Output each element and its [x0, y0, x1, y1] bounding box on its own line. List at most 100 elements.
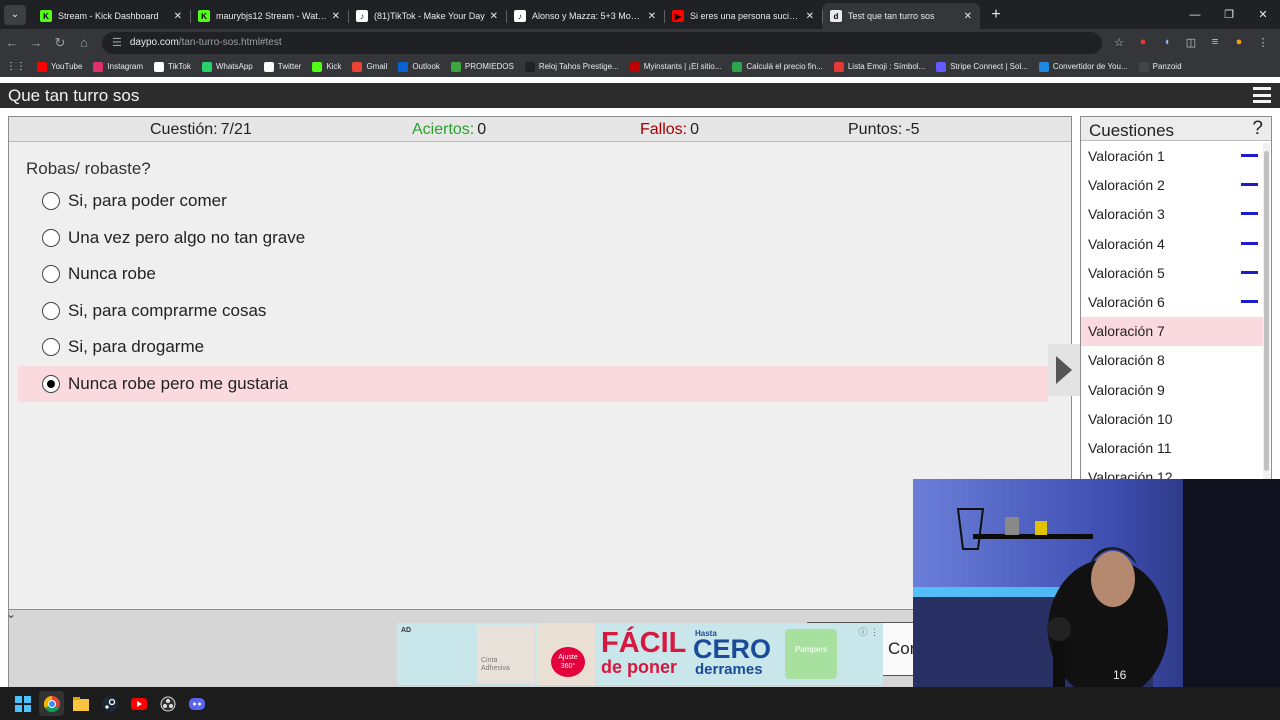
ad-badge: Ajuste 360° — [551, 647, 585, 677]
tab-close-icon[interactable]: ✕ — [174, 11, 182, 22]
sidebar-question-item[interactable]: Valoración 10 — [1081, 405, 1263, 434]
answer-option[interactable]: Una vez pero algo no tan grave — [18, 220, 1048, 256]
bookmark-item[interactable]: Stripe Connect | Sol... — [936, 61, 1028, 72]
bookmark-item[interactable]: Kick — [312, 61, 341, 72]
sidebar-question-item[interactable]: Valoración 5 — [1081, 259, 1263, 288]
tab-title: Si eres una persona sucia, este — [690, 11, 802, 21]
sidebar-question-item[interactable]: Valoración 1 — [1081, 142, 1263, 171]
apps-grid-icon[interactable]: ⋮⋮ — [6, 61, 26, 72]
answer-option[interactable]: Si, para comprarme cosas — [18, 293, 1048, 329]
chevron-down-icon[interactable]: ⌄ — [6, 607, 16, 621]
back-button[interactable]: ← — [0, 31, 24, 55]
windows-start-icon[interactable] — [10, 691, 35, 716]
bookmark-label: Lista Emoji : Símbol... — [847, 62, 926, 71]
bookmark-item[interactable]: Gmail — [352, 61, 388, 72]
bookmark-item[interactable]: YouTube — [37, 61, 82, 72]
bookmark-item[interactable]: WhatsApp — [201, 61, 253, 72]
sidebar-question-item[interactable]: Valoración 11 — [1081, 434, 1263, 463]
radio-button[interactable] — [42, 338, 60, 356]
sidebar-question-item[interactable]: Valoración 4 — [1081, 230, 1263, 259]
site-title: Que tan turro sos — [8, 85, 140, 105]
tab-close-icon[interactable]: ✕ — [490, 11, 498, 22]
file-explorer-icon[interactable] — [68, 691, 93, 716]
answer-option[interactable]: Nunca robe — [18, 256, 1048, 292]
bookmark-item[interactable]: Convertidor de You... — [1038, 61, 1128, 72]
sidebar-question-item[interactable]: Valoración 3 — [1081, 200, 1263, 229]
sidebar-scroll-thumb[interactable] — [1264, 151, 1269, 471]
minimize-button[interactable]: — — [1178, 0, 1212, 29]
extensions-puzzle-icon[interactable]: ◫ — [1182, 31, 1200, 53]
new-tab-button[interactable]: + — [984, 3, 1008, 27]
advertisement-banner[interactable]: AD ⓘ ⋮ Cinta Adhesiva Ajuste 360° FÁCIL de… — [397, 623, 883, 685]
radio-button[interactable] — [42, 301, 60, 320]
extension-icon[interactable]: ● — [1134, 31, 1152, 53]
radio-button[interactable] — [42, 228, 60, 247]
sidebar-question-item[interactable]: Valoración 2 — [1081, 171, 1263, 200]
bookmark-item[interactable]: Calculá el precio fin... — [732, 61, 823, 72]
bookmark-item[interactable]: Outlook — [398, 61, 440, 72]
tab-title: Alonso y Mazza: 5+3 Momentos — [532, 11, 644, 21]
radio-button[interactable] — [42, 192, 60, 210]
steam-icon[interactable] — [97, 691, 122, 716]
home-button[interactable]: ⌂ — [72, 31, 96, 55]
ad-info-icon[interactable]: ⓘ ⋮ — [858, 625, 879, 638]
browser-tab[interactable]: ♪ Alonso y Mazza: 5+3 Momentos ✕ — [506, 3, 664, 29]
radio-button[interactable] — [42, 265, 60, 283]
points-value: -5 — [905, 121, 920, 138]
bookmark-item[interactable]: Instagram — [93, 61, 144, 72]
bookmark-item[interactable]: Lista Emoji : Símbol... — [833, 61, 926, 72]
hamburger-menu-icon[interactable] — [1253, 86, 1271, 104]
profile-avatar-icon[interactable]: ● — [1230, 31, 1248, 53]
bookmark-favicon-icon — [1038, 61, 1049, 72]
next-question-button[interactable] — [1048, 344, 1080, 396]
forward-button[interactable]: → — [24, 31, 48, 55]
tab-list-icon[interactable]: ≡ — [1206, 31, 1224, 53]
ad-headline-1: FÁCIL — [601, 627, 687, 659]
tab-close-icon[interactable]: ✕ — [806, 11, 814, 22]
help-button[interactable]: ? — [1252, 118, 1263, 140]
translate-icon[interactable]: ◖ — [1158, 31, 1176, 53]
chrome-taskbar-icon[interactable] — [39, 691, 64, 716]
site-info-icon[interactable]: ☰ — [112, 36, 122, 49]
sidebar-title: Cuestiones — [1089, 121, 1175, 140]
reload-button[interactable]: ↻ — [48, 31, 72, 55]
answer-option[interactable]: Nunca robe pero me gustaria — [18, 365, 1048, 402]
sidebar-question-item[interactable]: Valoración 8 — [1081, 346, 1263, 375]
browser-tab[interactable]: ♪ (81)TikTok - Make Your Day ✕ — [348, 3, 506, 29]
bookmark-label: Gmail — [366, 62, 388, 71]
answer-option[interactable]: Si, para poder comer — [18, 183, 1048, 219]
bookmark-item[interactable]: Myinstants | ¡El sitio... — [629, 61, 721, 72]
bookmark-favicon-icon — [352, 61, 363, 72]
question-counter: Cuestión: 7/21 — [150, 121, 252, 139]
radio-button[interactable] — [42, 374, 60, 393]
sidebar-question-item[interactable]: Valoración 7 — [1081, 317, 1263, 347]
browser-tab[interactable]: K Stream - Kick Dashboard ✕ — [32, 3, 190, 29]
bookmark-item[interactable]: Reloj Tahos Prestige... — [524, 61, 619, 72]
browser-tab[interactable]: ▶ Si eres una persona sucia, este ✕ — [664, 3, 822, 29]
sidebar-question-item[interactable]: Valoración 6 — [1081, 288, 1263, 317]
tab-close-icon[interactable]: ✕ — [648, 11, 656, 22]
tab-close-icon[interactable]: ✕ — [332, 11, 340, 22]
tab-close-icon[interactable]: ✕ — [964, 11, 972, 22]
browser-menu-icon[interactable]: ⋮ — [1254, 31, 1272, 53]
bookmark-item[interactable]: Twitter — [263, 61, 301, 72]
answer-option-label: Si, para comprarme cosas — [68, 300, 267, 320]
bookmark-item[interactable]: TikTok — [154, 61, 191, 72]
bookmark-item[interactable]: Panzoid — [1138, 61, 1182, 72]
obs-icon[interactable] — [155, 691, 180, 716]
youtube-icon[interactable] — [126, 691, 151, 716]
browser-tab[interactable]: Kmaurybjs12 Stream - Watch Live ✕ — [190, 3, 348, 29]
bookmark-label: Instagram — [107, 62, 144, 71]
address-bar[interactable]: ☰ daypo.com /tan-turro-sos.html#test — [102, 31, 1102, 54]
answer-option[interactable]: Si, para drogarme — [18, 329, 1048, 365]
bookmark-star-icon[interactable]: ☆ — [1110, 31, 1128, 53]
sidebar-question-item[interactable]: Valoración 9 — [1081, 376, 1263, 405]
bookmark-item[interactable]: PROMIEDOS — [450, 61, 514, 72]
browser-tab[interactable]: d Test que tan turro sos ✕ — [822, 3, 980, 29]
tab-search-button[interactable]: ⌄ — [4, 4, 26, 25]
sidebar-question-label: Valoración 3 — [1088, 206, 1165, 223]
close-window-button[interactable]: ✕ — [1246, 0, 1280, 29]
discord-icon[interactable] — [184, 691, 209, 716]
webcam-overlay: 16 — [913, 479, 1280, 687]
maximize-button[interactable]: ❐ — [1212, 0, 1246, 29]
